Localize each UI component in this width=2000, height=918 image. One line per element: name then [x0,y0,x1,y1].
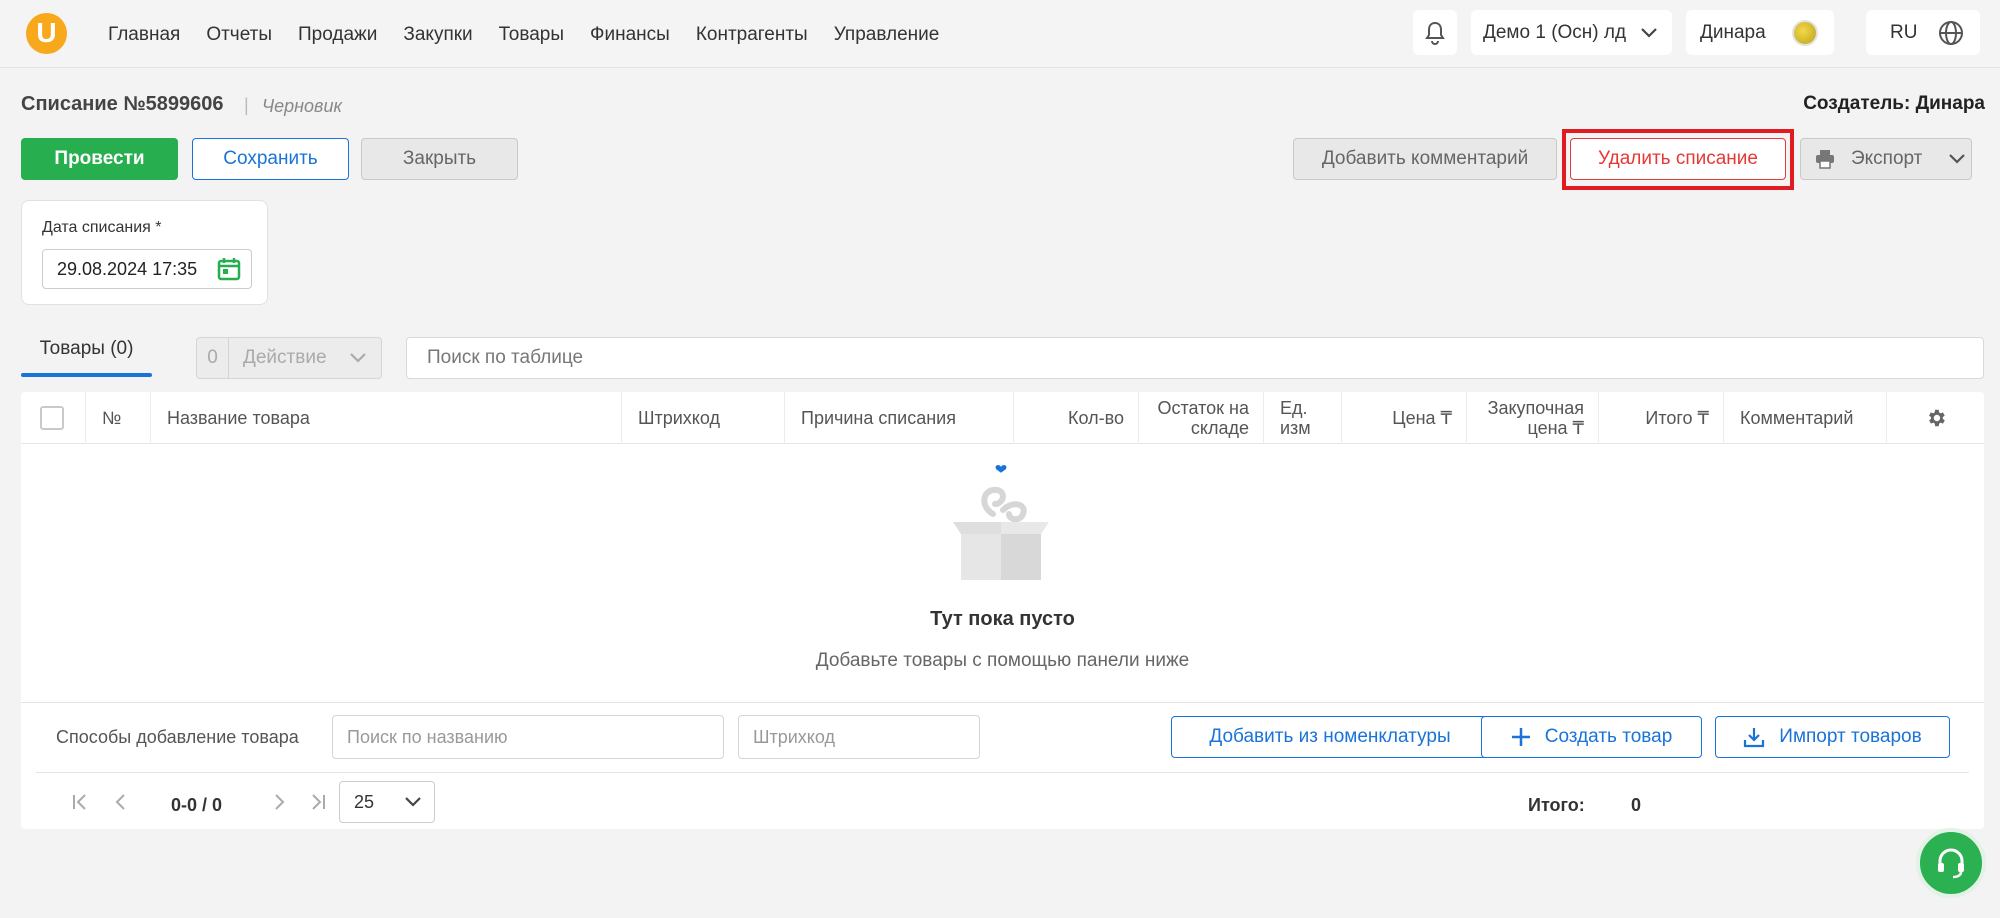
plus-icon [1511,728,1530,746]
barcode-input[interactable]: Штрихкод [738,715,980,759]
table-settings-cell [1887,392,1984,444]
col-purchase-price[interactable]: Закупочная цена ₸ [1467,392,1599,444]
select-all-checkbox[interactable] [40,406,64,430]
divider [36,772,1969,773]
page-size-select[interactable]: 25 [339,781,435,823]
creator-label: Создатель: Динара [1803,93,1985,114]
chevron-down-icon [1949,154,1966,164]
add-methods-label: Способы добавление товара [56,727,299,747]
user-name: Динара [1700,21,1766,43]
notifications-button[interactable] [1413,10,1457,55]
col-comment[interactable]: Комментарий [1724,392,1887,444]
create-product-label: Создать товар [1544,726,1673,747]
create-product-button[interactable]: Создать товар [1481,716,1702,758]
col-stock[interactable]: Остаток на складе [1139,392,1264,444]
divider [21,702,1984,703]
add-from-nomenclature-button[interactable]: Добавить из номенклатуры [1171,716,1489,758]
prev-page-icon[interactable] [111,792,131,812]
status-badge: Черновик [262,96,342,116]
date-card: Дата списания * 29.08.2024 17:35 [21,200,268,305]
col-reason[interactable]: Причина списания [785,392,1014,444]
nav-item-purchases[interactable]: Закупки [403,24,472,46]
nav-item-management[interactable]: Управление [834,24,940,46]
printer-icon [1816,150,1834,169]
user-menu[interactable]: Динара [1686,10,1834,55]
support-chat-button[interactable] [1916,828,1986,898]
col-price[interactable]: Цена ₸ [1342,392,1467,444]
bell-icon [1425,21,1445,45]
first-page-icon[interactable] [71,792,91,812]
date-input[interactable]: 29.08.2024 17:35 [42,249,252,289]
import-products-label: Импорт товаров [1779,726,1922,747]
tab-goods[interactable]: Товары (0) [21,338,152,378]
page-size-value: 25 [354,792,375,812]
col-qty[interactable]: Кол-во [1014,392,1139,444]
export-label: Экспорт [1851,148,1923,169]
date-value: 29.08.2024 17:35 [57,259,198,279]
download-icon [1744,728,1765,748]
add-comment-button[interactable]: Добавить комментарий [1293,138,1557,180]
save-button[interactable]: Сохранить [192,138,349,180]
top-navigation-bar: U Главная Отчеты Продажи Закупки Товары … [0,0,2000,68]
goods-table: № Название товара Штрихкод Причина списа… [21,392,1984,829]
company-name: Демо 1 (Осн) лд [1483,21,1627,43]
nav-item-reports[interactable]: Отчеты [206,24,272,46]
nav-item-goods[interactable]: Товары [499,24,564,46]
page-range: 0-0 / 0 [171,795,223,815]
selected-count: 0 [197,338,229,378]
empty-state-title: Тут пока пусто [930,608,1075,630]
nav-item-home[interactable]: Главная [108,24,180,46]
table-header: № Название товара Штрихкод Причина списа… [21,392,1984,444]
total-value: 0 [1631,795,1642,815]
last-page-icon[interactable] [307,792,327,812]
table-search-input[interactable]: Поиск по таблице [406,337,1984,379]
page-title: Списание №5899606 [21,93,224,115]
col-number: № [86,392,151,444]
tab-underline [21,373,152,377]
empty-state-subtitle: Добавьте товары с помощью панели ниже [815,650,1190,671]
highlight-frame [1562,129,1794,190]
avatar [1792,19,1818,46]
chevron-down-icon [1641,27,1657,38]
nav-item-contractors[interactable]: Контрагенты [696,24,808,46]
total-label: Итого: [1528,795,1585,815]
chevron-down-icon [350,353,366,363]
chevron-down-icon [405,797,421,807]
export-button[interactable]: Экспорт [1800,138,1972,180]
calendar-icon[interactable] [217,257,241,281]
col-unit[interactable]: Ед. изм [1264,392,1342,444]
language-code: RU [1890,21,1918,43]
search-by-name-input[interactable]: Поиск по названию [332,715,724,759]
app-logo[interactable]: U [26,13,67,54]
empty-box-icon [953,465,1049,580]
conduct-button[interactable]: Провести [21,138,178,180]
nav-item-sales[interactable]: Продажи [298,24,377,46]
next-page-icon[interactable] [269,792,289,812]
col-barcode[interactable]: Штрихкод [622,392,785,444]
globe-icon [1939,20,1963,45]
nav-item-finance[interactable]: Финансы [590,24,670,46]
col-total[interactable]: Итого ₸ [1599,392,1724,444]
title-separator: | [244,95,249,115]
headset-icon [1938,848,1964,879]
col-name[interactable]: Название товара [151,392,622,444]
action-label: Действие [243,347,327,368]
select-all-cell [21,392,86,444]
close-button[interactable]: Закрыть [361,138,518,180]
main-nav: Главная Отчеты Продажи Закупки Товары Фи… [108,24,965,46]
action-dropdown[interactable]: 0 Действие [196,337,382,379]
add-from-nomenclature-label: Добавить из номенклатуры [1209,726,1451,747]
company-selector[interactable]: Демо 1 (Осн) лд [1471,10,1672,55]
gear-icon[interactable] [1925,407,1947,429]
date-label: Дата списания * [42,219,162,236]
import-products-button[interactable]: Импорт товаров [1715,716,1950,758]
language-selector[interactable]: RU [1866,10,1980,55]
